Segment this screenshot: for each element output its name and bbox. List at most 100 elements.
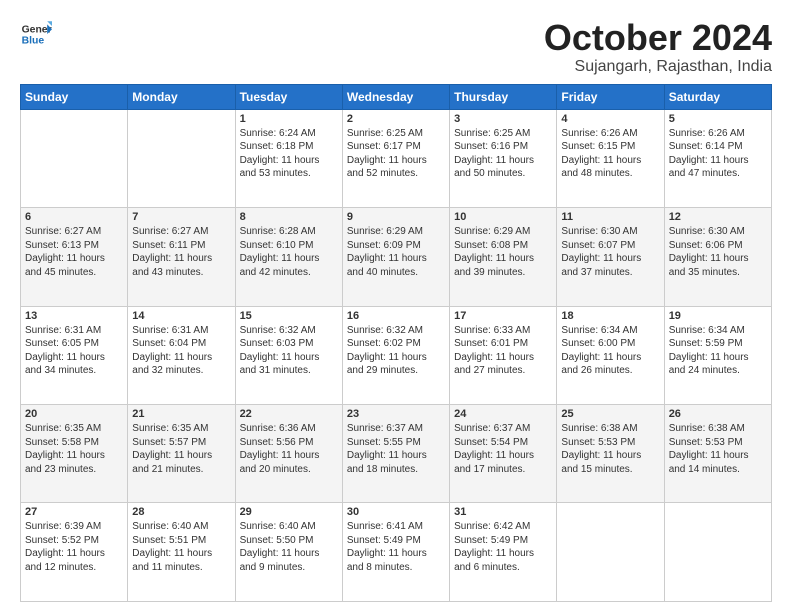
day-number: 22 — [240, 408, 338, 420]
day-content: Sunrise: 6:31 AM Sunset: 6:05 PM Dayligh… — [25, 324, 123, 378]
calendar-week-row: 20 Sunrise: 6:35 AM Sunset: 5:58 PM Dayli… — [21, 405, 772, 503]
table-row: 5 Sunrise: 6:26 AM Sunset: 6:14 PM Daylig… — [664, 109, 771, 207]
table-row: 26Sunrise: 6:38 AM Sunset: 5:53 PM Dayli… — [664, 405, 771, 503]
day-number: 24 — [454, 408, 552, 420]
day-number: 17 — [454, 310, 552, 322]
table-row: 11Sunrise: 6:30 AM Sunset: 6:07 PM Dayli… — [557, 208, 664, 306]
day-content: Sunrise: 6:29 AM Sunset: 6:08 PM Dayligh… — [454, 225, 552, 279]
day-number: 30 — [347, 506, 445, 518]
day-number: 5 — [669, 113, 767, 125]
table-row: 8 Sunrise: 6:28 AM Sunset: 6:10 PM Daylig… — [235, 208, 342, 306]
day-content: Sunrise: 6:34 AM Sunset: 5:59 PM Dayligh… — [669, 324, 767, 378]
table-row — [664, 503, 771, 602]
day-content: Sunrise: 6:25 AM Sunset: 6:16 PM Dayligh… — [454, 127, 552, 181]
calendar-week-row: 6Sunrise: 6:27 AM Sunset: 6:13 PM Daylig… — [21, 208, 772, 306]
day-content: Sunrise: 6:32 AM Sunset: 6:03 PM Dayligh… — [240, 324, 338, 378]
calendar-week-row: 1Sunrise: 6:24 AM Sunset: 6:18 PM Daylig… — [21, 109, 772, 207]
day-number: 13 — [25, 310, 123, 322]
table-row: 1Sunrise: 6:24 AM Sunset: 6:18 PM Daylig… — [235, 109, 342, 207]
day-content: Sunrise: 6:27 AM Sunset: 6:11 PM Dayligh… — [132, 225, 230, 279]
day-content: Sunrise: 6:41 AM Sunset: 5:49 PM Dayligh… — [347, 520, 445, 574]
day-content: Sunrise: 6:26 AM Sunset: 6:14 PM Dayligh… — [669, 127, 767, 181]
day-number: 19 — [669, 310, 767, 322]
day-content: Sunrise: 6:30 AM Sunset: 6:06 PM Dayligh… — [669, 225, 767, 279]
calendar-week-row: 13 Sunrise: 6:31 AM Sunset: 6:05 PM Dayli… — [21, 306, 772, 404]
day-number: 27 — [25, 506, 123, 518]
table-row: 19 Sunrise: 6:34 AM Sunset: 5:59 PM Dayli… — [664, 306, 771, 404]
table-row: 22 Sunrise: 6:36 AM Sunset: 5:56 PM Dayli… — [235, 405, 342, 503]
table-row: 9 Sunrise: 6:29 AM Sunset: 6:09 PM Daylig… — [342, 208, 449, 306]
calendar-table: Sunday Monday Tuesday Wednesday Thursday… — [20, 84, 772, 602]
subtitle: Sujangarh, Rajasthan, India — [544, 58, 772, 76]
day-number: 21 — [132, 408, 230, 420]
day-content: Sunrise: 6:32 AM Sunset: 6:02 PM Dayligh… — [347, 324, 445, 378]
table-row: 20 Sunrise: 6:35 AM Sunset: 5:58 PM Dayli… — [21, 405, 128, 503]
table-row: 27 Sunrise: 6:39 AM Sunset: 5:52 PM Dayli… — [21, 503, 128, 602]
table-row: 28Sunrise: 6:40 AM Sunset: 5:51 PM Dayli… — [128, 503, 235, 602]
month-title: October 2024 — [544, 18, 772, 58]
day-content: Sunrise: 6:35 AM Sunset: 5:57 PM Dayligh… — [132, 422, 230, 476]
table-row: 7 Sunrise: 6:27 AM Sunset: 6:11 PM Daylig… — [128, 208, 235, 306]
day-content: Sunrise: 6:29 AM Sunset: 6:09 PM Dayligh… — [347, 225, 445, 279]
day-number: 15 — [240, 310, 338, 322]
day-content: Sunrise: 6:36 AM Sunset: 5:56 PM Dayligh… — [240, 422, 338, 476]
day-content: Sunrise: 6:38 AM Sunset: 5:53 PM Dayligh… — [669, 422, 767, 476]
day-number: 18 — [561, 310, 659, 322]
day-number: 31 — [454, 506, 552, 518]
table-row: 12 Sunrise: 6:30 AM Sunset: 6:06 PM Dayli… — [664, 208, 771, 306]
day-content: Sunrise: 6:35 AM Sunset: 5:58 PM Dayligh… — [25, 422, 123, 476]
day-content: Sunrise: 6:27 AM Sunset: 6:13 PM Dayligh… — [25, 225, 123, 279]
day-number: 28 — [132, 506, 230, 518]
day-number: 4 — [561, 113, 659, 125]
day-number: 11 — [561, 211, 659, 223]
table-row: 17 Sunrise: 6:33 AM Sunset: 6:01 PM Dayli… — [450, 306, 557, 404]
day-content: Sunrise: 6:33 AM Sunset: 6:01 PM Dayligh… — [454, 324, 552, 378]
col-tuesday: Tuesday — [235, 84, 342, 109]
table-row: 30 Sunrise: 6:41 AM Sunset: 5:49 PM Dayli… — [342, 503, 449, 602]
table-row: 29Sunrise: 6:40 AM Sunset: 5:50 PM Dayli… — [235, 503, 342, 602]
day-content: Sunrise: 6:37 AM Sunset: 5:54 PM Dayligh… — [454, 422, 552, 476]
day-number: 9 — [347, 211, 445, 223]
day-number: 12 — [669, 211, 767, 223]
table-row: 23 Sunrise: 6:37 AM Sunset: 5:55 PM Dayli… — [342, 405, 449, 503]
day-content: Sunrise: 6:28 AM Sunset: 6:10 PM Dayligh… — [240, 225, 338, 279]
day-number: 10 — [454, 211, 552, 223]
table-row: 15 Sunrise: 6:32 AM Sunset: 6:03 PM Dayli… — [235, 306, 342, 404]
day-content: Sunrise: 6:24 AM Sunset: 6:18 PM Dayligh… — [240, 127, 338, 181]
table-row: 6Sunrise: 6:27 AM Sunset: 6:13 PM Daylig… — [21, 208, 128, 306]
day-content: Sunrise: 6:38 AM Sunset: 5:53 PM Dayligh… — [561, 422, 659, 476]
day-number: 29 — [240, 506, 338, 518]
table-row: 18 Sunrise: 6:34 AM Sunset: 6:00 PM Dayli… — [557, 306, 664, 404]
day-content: Sunrise: 6:39 AM Sunset: 5:52 PM Dayligh… — [25, 520, 123, 574]
table-row: 2Sunrise: 6:25 AM Sunset: 6:17 PM Daylig… — [342, 109, 449, 207]
table-row: 25Sunrise: 6:38 AM Sunset: 5:53 PM Dayli… — [557, 405, 664, 503]
day-content: Sunrise: 6:34 AM Sunset: 6:00 PM Dayligh… — [561, 324, 659, 378]
day-number: 14 — [132, 310, 230, 322]
col-friday: Friday — [557, 84, 664, 109]
table-row: 21 Sunrise: 6:35 AM Sunset: 5:57 PM Dayli… — [128, 405, 235, 503]
table-row — [557, 503, 664, 602]
day-number: 16 — [347, 310, 445, 322]
day-number: 20 — [25, 408, 123, 420]
table-row: 14 Sunrise: 6:31 AM Sunset: 6:04 PM Dayli… — [128, 306, 235, 404]
table-row: 3Sunrise: 6:25 AM Sunset: 6:16 PM Daylig… — [450, 109, 557, 207]
calendar-week-row: 27 Sunrise: 6:39 AM Sunset: 5:52 PM Dayli… — [21, 503, 772, 602]
svg-text:Blue: Blue — [22, 36, 45, 47]
header: General Blue October 2024 Sujangarh, Raj… — [20, 18, 772, 76]
day-content: Sunrise: 6:42 AM Sunset: 5:49 PM Dayligh… — [454, 520, 552, 574]
day-content: Sunrise: 6:37 AM Sunset: 5:55 PM Dayligh… — [347, 422, 445, 476]
day-content: Sunrise: 6:25 AM Sunset: 6:17 PM Dayligh… — [347, 127, 445, 181]
col-thursday: Thursday — [450, 84, 557, 109]
page: General Blue October 2024 Sujangarh, Raj… — [0, 0, 792, 612]
col-sunday: Sunday — [21, 84, 128, 109]
table-row — [21, 109, 128, 207]
day-number: 7 — [132, 211, 230, 223]
day-content: Sunrise: 6:31 AM Sunset: 6:04 PM Dayligh… — [132, 324, 230, 378]
day-number: 23 — [347, 408, 445, 420]
logo: General Blue — [20, 18, 52, 50]
table-row: 31 Sunrise: 6:42 AM Sunset: 5:49 PM Dayli… — [450, 503, 557, 602]
col-saturday: Saturday — [664, 84, 771, 109]
table-row: 4Sunrise: 6:26 AM Sunset: 6:15 PM Daylig… — [557, 109, 664, 207]
day-number: 8 — [240, 211, 338, 223]
title-block: October 2024 Sujangarh, Rajasthan, India — [544, 18, 772, 76]
